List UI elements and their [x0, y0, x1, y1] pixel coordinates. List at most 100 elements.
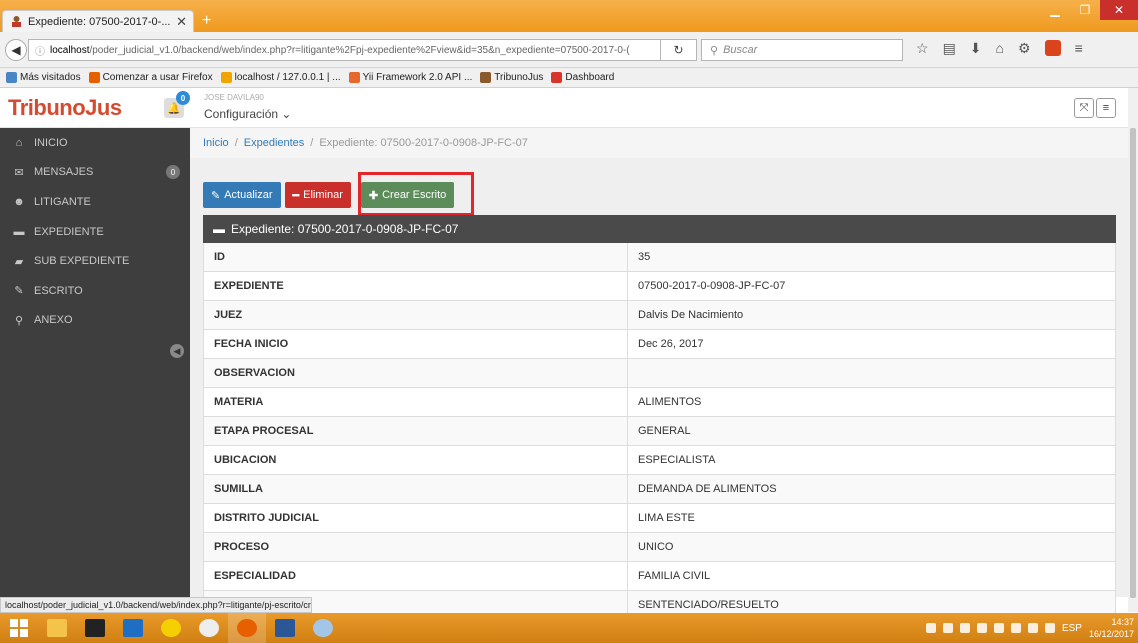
language-indicator[interactable]: ESP	[1062, 623, 1082, 634]
extension-icon[interactable]: ⚙	[1018, 40, 1031, 57]
sidebar-item-litigante[interactable]: ☻ LITIGANTE	[0, 187, 190, 217]
delete-button[interactable]: ━ Eliminar	[284, 182, 351, 208]
bookmark-label: Dashboard	[565, 72, 615, 83]
field-value: DEMANDA DE ALIMENTOS	[638, 483, 777, 495]
field-label: SUMILLA	[204, 475, 628, 503]
download-icon[interactable]: ⬇	[970, 40, 982, 57]
paint-icon[interactable]	[304, 613, 342, 643]
messages-badge: 0	[166, 165, 180, 180]
volume-icon[interactable]	[1044, 623, 1055, 633]
word-icon[interactable]	[266, 613, 304, 643]
table-row: SUMILLA DEMANDA DE ALIMENTOS	[203, 475, 1116, 504]
panel-title: Expediente: 07500-2017-0-0908-JP-FC-07	[231, 222, 459, 236]
app-triangle-icon[interactable]	[152, 613, 190, 643]
sidebar-item-expediente[interactable]: ▬ EXPEDIENTE	[0, 217, 190, 247]
command-prompt-icon[interactable]	[76, 613, 114, 643]
edit-icon: ✎	[211, 189, 221, 202]
tray-app-icon[interactable]	[942, 623, 953, 633]
highlight-box	[358, 172, 474, 216]
sidebar-item-mensajes[interactable]: ✉ MENSAJES 0	[0, 158, 190, 188]
field-label: OBSERVACION	[204, 359, 628, 387]
edit-icon: ✎	[14, 285, 24, 298]
tray-app-icon[interactable]	[1010, 623, 1021, 633]
sidebar-item-label: LITIGANTE	[34, 195, 91, 208]
home-icon[interactable]: ⌂	[996, 40, 1004, 57]
minimize-icon[interactable]: ▁	[1040, 0, 1070, 20]
breadcrumb-home[interactable]: Inicio	[203, 137, 229, 149]
field-label: ESPECIALIDAD	[204, 562, 628, 590]
sidebar-item-anexo[interactable]: ⚲ ANEXO	[0, 306, 190, 336]
notification-badge: 0	[176, 91, 190, 105]
fullscreen-icon[interactable]: ⤧	[1074, 98, 1094, 118]
folder-icon: ▬	[213, 222, 225, 236]
new-tab-button[interactable]: +	[202, 12, 211, 30]
collapse-sidebar-icon[interactable]: ◀	[170, 344, 184, 358]
tray-app-icon[interactable]	[976, 623, 987, 633]
field-value: 35	[638, 251, 651, 263]
firefox-icon[interactable]	[228, 613, 266, 643]
windows-start-icon[interactable]	[0, 613, 38, 643]
file-explorer-icon[interactable]	[38, 613, 76, 643]
field-value: ALIMENTOS	[638, 396, 702, 408]
field-value: LIMA ESTE	[638, 512, 695, 524]
update-button[interactable]: ✎ Actualizar	[203, 182, 281, 208]
sidebar-item-escrito[interactable]: ✎ ESCRITO	[0, 276, 190, 306]
table-row: PROCESO UNICO	[203, 533, 1116, 562]
hamburger-menu-icon[interactable]: ≡	[1096, 98, 1116, 118]
tray-app-icon[interactable]	[959, 623, 970, 633]
url-host: localhost	[50, 44, 90, 56]
field-value: GENERAL	[638, 425, 691, 437]
breadcrumb-expedientes[interactable]: Expedientes	[244, 137, 305, 149]
bookmark-item[interactable]: localhost / 127.0.0.1 | ...	[220, 72, 341, 83]
bookmark-item[interactable]: Dashboard	[551, 72, 614, 83]
table-row: DISTRITO JUDICIAL LIMA ESTE	[203, 504, 1116, 533]
field-value: 07500-2017-0-0908-JP-FC-07	[638, 280, 786, 292]
info-icon[interactable]: ⓘ	[35, 43, 45, 58]
clock[interactable]: 14:37 16/12/2017	[1089, 616, 1134, 640]
field-label: MATERIA	[204, 388, 628, 416]
sidebar-item-inicio[interactable]: ⌂ INICIO	[0, 128, 190, 158]
tab-title: Expediente: 07500-2017-0-...	[28, 15, 171, 28]
back-arrow-icon[interactable]: ◀	[5, 39, 27, 61]
bookmark-label: localhost / 127.0.0.1 | ...	[234, 72, 341, 83]
bookmark-star-icon[interactable]: ☆	[916, 40, 929, 57]
scrollbar[interactable]	[1128, 88, 1138, 612]
addon-icon[interactable]	[1044, 40, 1061, 56]
maximize-icon[interactable]: ❐	[1070, 0, 1100, 20]
menu-icon[interactable]: ≡	[1075, 40, 1083, 57]
reload-icon[interactable]: ↻	[661, 39, 697, 61]
config-dropdown[interactable]: Configuración ⌄	[204, 107, 291, 121]
app-circle-icon[interactable]	[190, 613, 228, 643]
bookmark-item[interactable]: Comenzar a usar Firefox	[88, 72, 213, 83]
bookmark-icon	[480, 72, 492, 83]
bookmark-label: Más visitados	[20, 72, 81, 83]
username: JOSE DAVILA90	[204, 93, 264, 102]
detail-table: ID 35 EXPEDIENTE 07500-2017-0-0908-JP-FC-07…	[203, 243, 1116, 620]
bookmark-item[interactable]: TribunoJus	[480, 72, 543, 83]
url-bar[interactable]: ⓘ localhost/poder_judicial_v1.0/backend/…	[28, 39, 661, 61]
scrollbar-thumb[interactable]	[1130, 128, 1136, 598]
browser-nav-bar: ◀ ⓘ localhost/poder_judicial_v1.0/backen…	[0, 32, 1138, 68]
brand-logo[interactable]: TribunoJus	[0, 88, 190, 128]
tray-app-icon[interactable]	[925, 623, 936, 633]
bookmark-item[interactable]: Yii Framework 2.0 API ...	[348, 72, 472, 83]
field-label: FECHA INICIO	[204, 330, 628, 358]
network-icon[interactable]	[1027, 623, 1038, 633]
system-tray: ESP 14:37 16/12/2017	[925, 613, 1134, 643]
reading-list-icon[interactable]: ▤	[943, 40, 956, 57]
close-window-icon[interactable]: ✕	[1100, 0, 1138, 20]
field-value: ESPECIALISTA	[638, 454, 716, 466]
sidebar-item-sub-expediente[interactable]: ▰ SUB EXPEDIENTE	[0, 246, 190, 276]
bookmark-item[interactable]: Más visitados	[6, 72, 81, 83]
search-icon: ⚲	[710, 44, 719, 57]
search-input[interactable]: ⚲ Buscar	[701, 39, 903, 61]
tray-app-icon[interactable]	[993, 623, 1004, 633]
field-label: ID	[204, 243, 628, 271]
browser-tab[interactable]: Expediente: 07500-2017-0-... ✕	[2, 10, 194, 32]
save-disk-icon[interactable]	[114, 613, 152, 643]
url-path: /poder_judicial_v1.0/backend/web/index.p…	[89, 44, 630, 56]
clock-date: 16/12/2017	[1088, 629, 1134, 639]
field-value	[628, 359, 1115, 387]
close-tab-icon[interactable]: ✕	[176, 14, 187, 30]
bookmark-icon	[6, 72, 17, 83]
